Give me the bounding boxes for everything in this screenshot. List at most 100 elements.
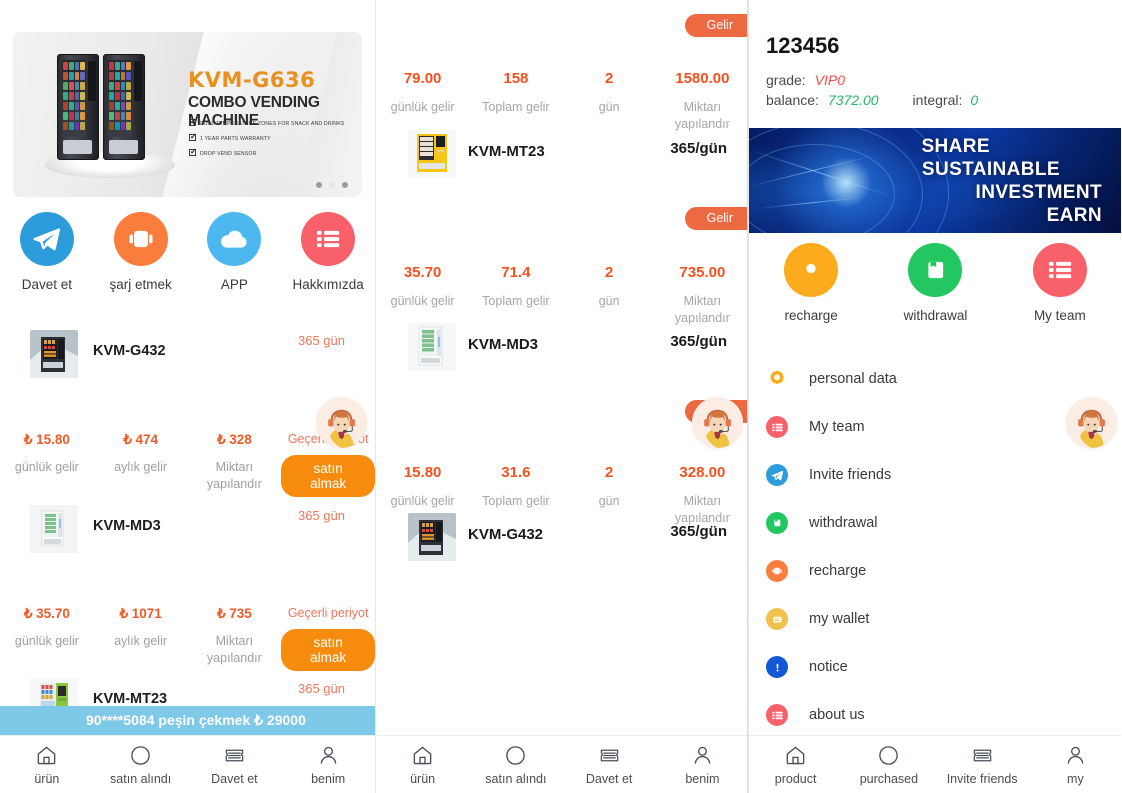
income-product-3[interactable]: KVM-G432 365/gün (376, 513, 747, 561)
stat-days: 2 gün (598, 70, 620, 114)
carousel-dot-1[interactable] (316, 182, 322, 188)
menu-item-notice[interactable]: notice (749, 643, 1121, 691)
notice-marquee-bar[interactable]: 90****5084 peşin çekmek ₺ 29000 (0, 706, 375, 735)
product-name: KVM-MT23 (468, 143, 545, 160)
product-rate: 365/gün (670, 523, 727, 540)
grade-label: grade: (766, 72, 806, 88)
product-stats-kvm-g432: ₺ 15.80 günlük gelir ₺ 474 aylık gelir ₺… (0, 432, 375, 497)
menu-item-my-team[interactable]: My team (749, 403, 1121, 451)
quick-action-withdrawal[interactable]: withdrawal (873, 243, 997, 323)
menu-item-my-wallet[interactable]: my wallet (749, 595, 1121, 643)
tab-benim[interactable]: benim (281, 736, 375, 793)
gear-icon (784, 243, 839, 297)
stat-configure-amount: ₺ 328 Miktarı yapılandır (206, 432, 262, 491)
product-row-kvm-g432[interactable]: KVM-G432 365 gün (0, 330, 375, 378)
customer-service-avatar[interactable] (316, 397, 367, 448)
product-row-kvm-md3[interactable]: KVM-MD3 365 gün (0, 505, 375, 553)
ticket-icon (971, 743, 994, 767)
product-rate: 365/gün (670, 333, 727, 350)
list-icon (766, 416, 788, 438)
telegram-plane-icon (19, 212, 74, 266)
user-icon (1064, 743, 1087, 767)
menu-item-recharge[interactable]: recharge (749, 547, 1121, 595)
circle-icon (877, 743, 900, 767)
tab-purchased[interactable]: purchased (842, 736, 935, 793)
income-badge: Gelir (684, 14, 747, 37)
tab-label: purchased (859, 772, 919, 786)
customer-service-avatar[interactable] (692, 397, 743, 448)
quick-action-label: şarj etmek (109, 277, 172, 292)
tab-label: my (1067, 772, 1084, 786)
buy-button[interactable]: satın almak (281, 455, 375, 497)
stat-total-income: 71.4 Toplam gelir (482, 264, 550, 308)
menu-item-label: about us (809, 707, 865, 723)
tab-product[interactable]: product (749, 736, 842, 793)
balance-label: balance: (766, 92, 819, 108)
menu-item-label: notice (809, 659, 848, 675)
tab-davet-et[interactable]: Davet et (563, 736, 656, 793)
integral-label: integral: (912, 92, 963, 108)
banner-line-4: EARN (1046, 205, 1102, 226)
menu-item-label: Invite friends (809, 467, 892, 483)
tab-satin-alindi[interactable]: satın alındı (94, 736, 188, 793)
menu-item-withdrawal[interactable]: withdrawal (749, 499, 1121, 547)
notice-icon (766, 656, 788, 678)
tab-invite-friends[interactable]: Invite friends (936, 736, 1029, 793)
quick-action-my-team[interactable]: My team (998, 243, 1121, 323)
menu-item-label: recharge (809, 563, 867, 579)
buy-column: Geçerli periyot satın almak (281, 606, 375, 671)
quick-action-app[interactable]: APP (188, 212, 282, 292)
withdraw-icon (766, 512, 788, 534)
income-product-1[interactable]: KVM-MT23 365/gün (376, 130, 747, 178)
tab-benim[interactable]: benim (656, 736, 747, 793)
tab-davet-et[interactable]: Davet et (188, 736, 282, 793)
tab-label: Davet et (585, 772, 633, 786)
list-icon (1032, 243, 1087, 297)
quick-action-label: My team (1033, 308, 1086, 323)
quick-action-davet-et[interactable]: Davet et (0, 212, 94, 292)
right-panel-profile: 123456 grade: VIP0 balance: 7372.00 integra… (748, 0, 1121, 793)
valid-period-label: Geçerli periyot (287, 606, 369, 620)
customer-service-avatar[interactable] (1066, 397, 1117, 448)
menu-item-personal-data[interactable]: personal data (749, 355, 1121, 403)
income-badge: Gelir (684, 207, 747, 230)
product-rate: 365/gün (670, 140, 727, 157)
stat-daily-income: 35.70 günlük gelir (390, 264, 455, 308)
tab-label: product (774, 772, 817, 786)
notice-text: 90****5084 peşin çekmek ₺ 29000 (86, 712, 306, 728)
quick-action-hakkimizda[interactable]: Hakkımızda (281, 212, 375, 292)
list-icon (766, 704, 788, 726)
profile-quick-actions: recharge withdrawal My team (749, 243, 1121, 323)
carousel-vending-machines (45, 54, 175, 178)
tab-my[interactable]: my (1029, 736, 1121, 793)
carousel-dots[interactable] (316, 182, 348, 188)
tab-satin-alindi[interactable]: satın alındı (469, 736, 562, 793)
menu-item-invite-friends[interactable]: Invite friends (749, 451, 1121, 499)
tab-urun[interactable]: ürün (376, 736, 469, 793)
ticket-icon (598, 743, 621, 767)
telegram-plane-icon (766, 464, 788, 486)
app-screenshot: KVM-G636 COMBO VENDING MACHINE DUAL TEMP… (0, 0, 1122, 793)
carousel-dot-3[interactable] (342, 182, 348, 188)
stat-monthly-income: ₺ 1071 aylık gelir (114, 606, 168, 648)
stat-daily-income: ₺ 15.80 günlük gelir (14, 432, 79, 474)
menu-item-about-us[interactable]: about us (749, 691, 1121, 739)
user-icon (691, 743, 714, 767)
tab-label: ürün (34, 772, 60, 786)
tab-urun[interactable]: ürün (0, 736, 94, 793)
buy-button[interactable]: satın almak (281, 629, 375, 671)
promo-banner[interactable]: SHARE SUSTAINABLE INVESTMENT EARN (749, 128, 1121, 233)
quick-action-sarj-etmek[interactable]: şarj etmek (94, 212, 188, 292)
tab-label: benim (685, 772, 720, 786)
product-name: KVM-MD3 (468, 336, 538, 353)
quick-action-recharge[interactable]: recharge (749, 243, 873, 323)
quick-action-label: recharge (784, 308, 838, 323)
menu-item-label: withdrawal (809, 515, 878, 531)
menu-item-label: my wallet (809, 611, 870, 627)
income-product-2[interactable]: KVM-MD3 365/gün (376, 323, 747, 371)
mid-tabbar: ürün satın alındı Davet et benim (376, 735, 747, 793)
income-stats-1: 79.00 günlük gelir 158 Toplam gelir 2 gü… (376, 70, 747, 133)
banner-line-2: SUSTAINABLE (921, 159, 1060, 180)
promo-carousel[interactable]: KVM-G636 COMBO VENDING MACHINE DUAL TEMP… (13, 32, 362, 197)
carousel-dot-2[interactable] (329, 182, 335, 188)
